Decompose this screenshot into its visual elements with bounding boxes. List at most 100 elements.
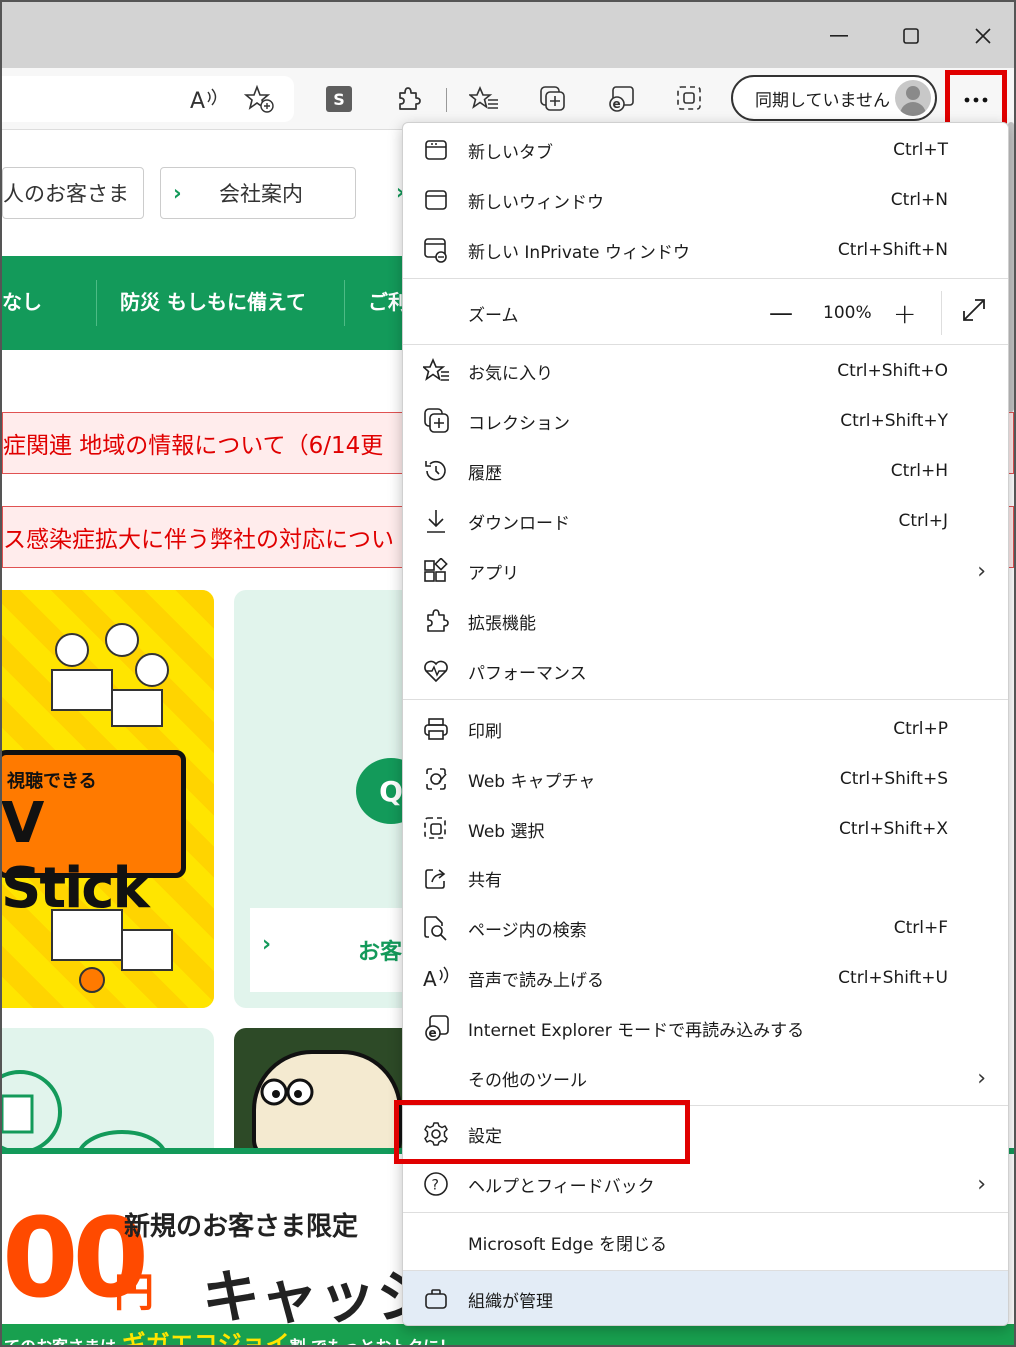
shortcut-label: Ctrl+Shift+U: [838, 968, 948, 988]
inprivate-icon: [423, 237, 449, 263]
menu-item-downloads[interactable]: ダウンロード Ctrl+J: [403, 497, 1008, 545]
new-tab-icon: [423, 137, 449, 163]
ie-mode-button[interactable]: e: [604, 82, 638, 116]
menu-item-zoom: ズーム — 100% +: [403, 283, 1008, 343]
menu-item-ie-mode-reload[interactable]: e Internet Explorer モードで再読み込みする: [403, 1004, 1008, 1052]
menu-item-label: 拡張機能: [468, 613, 536, 634]
menu-item-label: 組織が管理: [468, 1291, 553, 1312]
shortcut-label: Ctrl+J: [898, 511, 948, 531]
tv-stick-subtitle: 視聴できる: [7, 771, 97, 792]
menu-item-extensions[interactable]: 拡張機能: [403, 597, 1008, 645]
menu-item-find-on-page[interactable]: ページ内の検索 Ctrl+F: [403, 904, 1008, 952]
individual-customers-link[interactable]: 人のお客さま: [2, 167, 144, 219]
shortcut-label: Ctrl+Shift+Y: [840, 411, 948, 431]
extensions-button[interactable]: [391, 82, 425, 116]
s-extension-button[interactable]: S: [322, 82, 356, 116]
shortcut-label: Ctrl+T: [893, 140, 948, 160]
menu-item-new-window[interactable]: 新しいウィンドウ Ctrl+N: [403, 176, 1008, 224]
browser-window: A S e 同期していません 人のお客さま › 会社案内 › なし 防災 もしも…: [0, 0, 1016, 1347]
address-bar[interactable]: A: [2, 76, 294, 122]
shortcut-label: Ctrl+N: [890, 190, 948, 210]
close-window-button[interactable]: [960, 14, 1006, 58]
company-info-label: 会社案内: [219, 182, 303, 206]
web-select-button[interactable]: [673, 82, 707, 116]
toolbar-divider: [446, 88, 447, 112]
settings-and-more-button[interactable]: [945, 70, 1007, 130]
nav-divider: [344, 280, 345, 326]
menu-item-web-select[interactable]: Web 選択 Ctrl+Shift+X: [403, 805, 1008, 853]
menu-item-label: 印刷: [468, 721, 502, 742]
menu-divider: [403, 278, 1008, 279]
read-aloud-button[interactable]: A: [186, 82, 220, 116]
browser-toolbar: A S e 同期していません: [2, 68, 1014, 130]
yen-label: 円: [114, 1270, 154, 1316]
maximize-button[interactable]: [888, 14, 934, 58]
chevron-right-icon: ›: [977, 558, 986, 584]
menu-item-label: ページ内の検索: [468, 920, 587, 941]
individual-customers-label: 人のお客さま: [3, 182, 129, 206]
shortcut-label: Ctrl+Shift+O: [837, 361, 948, 381]
settings-and-more-menu: 新しいタブ Ctrl+T 新しいウィンドウ Ctrl+N 新しい InPriva…: [402, 122, 1009, 1326]
ie-mode-icon: e: [423, 1015, 449, 1041]
menu-item-history[interactable]: 履歴 Ctrl+H: [403, 447, 1008, 495]
minimize-icon: [830, 35, 848, 37]
cartoon-eyes-icon: [260, 1078, 314, 1106]
menu-item-new-inprivate-window[interactable]: 新しい InPrivate ウィンドウ Ctrl+Shift+N: [403, 226, 1008, 274]
nav-divider: [96, 280, 97, 326]
menu-item-label: その他のツール: [468, 1070, 587, 1091]
menu-divider: [403, 344, 1008, 345]
menu-item-help-feedback[interactable]: ? ヘルプとフィードバック ›: [403, 1160, 1008, 1208]
menu-item-managed-by-org[interactable]: 組織が管理: [403, 1271, 1008, 1325]
menu-item-print[interactable]: 印刷 Ctrl+P: [403, 705, 1008, 753]
find-on-page-icon: [423, 915, 449, 941]
fullscreen-button[interactable]: [961, 297, 987, 323]
menu-item-read-aloud[interactable]: A 音声で読み上げる Ctrl+Shift+U: [403, 954, 1008, 1002]
shortcut-label: Ctrl+H: [890, 461, 948, 481]
menu-item-label: コレクション: [468, 413, 570, 434]
title-bar: [2, 2, 1014, 68]
menu-item-label: 履歴: [468, 463, 502, 484]
zoom-in-button[interactable]: +: [893, 297, 916, 330]
sync-status-label: 同期していません: [755, 90, 890, 111]
minimize-button[interactable]: [816, 14, 862, 58]
tv-stick-promo-card[interactable]: 視聴できる V Stick: [2, 590, 214, 1008]
menu-item-label: 新しいタブ: [468, 142, 553, 163]
alert-text: 症関連 地域の情報について（6/14更: [3, 433, 384, 459]
web-select-icon: [677, 86, 701, 110]
menu-item-web-capture[interactable]: Web キャプチャ Ctrl+Shift+S: [403, 755, 1008, 803]
menu-item-label: 新しいウィンドウ: [468, 192, 604, 213]
star-add-icon: [244, 84, 274, 113]
strip-text-b: ギガエコジョイ: [121, 1330, 290, 1347]
tv-service-card[interactable]: [2, 1028, 214, 1158]
close-icon: [975, 28, 991, 44]
collections-icon: [540, 86, 565, 111]
menu-item-favorites[interactable]: お気に入り Ctrl+Shift+O: [403, 347, 1008, 395]
collections-button[interactable]: [536, 82, 570, 116]
menu-item-close-edge[interactable]: Microsoft Edge を閉じる: [403, 1218, 1008, 1266]
add-favorite-button[interactable]: [242, 82, 276, 116]
nav-item-disaster[interactable]: 防災 もしもに備えて: [120, 286, 306, 315]
chevron-right-icon: ›: [262, 932, 272, 957]
menu-item-label: Microsoft Edge を閉じる: [468, 1234, 667, 1255]
nav-item-0[interactable]: なし: [2, 286, 42, 315]
menu-item-performance[interactable]: パフォーマンス: [403, 647, 1008, 695]
favorites-button[interactable]: [467, 82, 501, 116]
menu-item-more-tools[interactable]: その他のツール ›: [403, 1054, 1008, 1102]
maximize-icon: [903, 28, 919, 44]
fullscreen-icon: [963, 299, 985, 321]
ie-mode-icon: e: [609, 86, 634, 112]
profile-sync-button[interactable]: 同期していません: [731, 75, 937, 121]
more-horizontal-icon: [964, 97, 988, 103]
strip-text-c: 割 でもっとおトクに！: [289, 1337, 456, 1347]
read-aloud-icon: A: [423, 965, 449, 991]
menu-item-label: ズーム: [468, 305, 519, 326]
menu-item-share[interactable]: 共有: [403, 854, 1008, 902]
menu-item-new-tab[interactable]: 新しいタブ Ctrl+T: [403, 126, 1008, 174]
menu-item-settings[interactable]: 設定: [403, 1110, 1008, 1158]
menu-item-label: パフォーマンス: [468, 663, 587, 684]
company-info-link[interactable]: › 会社案内: [160, 167, 356, 219]
zoom-out-button[interactable]: —: [769, 299, 793, 327]
menu-item-collections[interactable]: コレクション Ctrl+Shift+Y: [403, 397, 1008, 445]
menu-item-label: Web 選択: [468, 821, 545, 842]
menu-item-apps[interactable]: アプリ ›: [403, 547, 1008, 595]
